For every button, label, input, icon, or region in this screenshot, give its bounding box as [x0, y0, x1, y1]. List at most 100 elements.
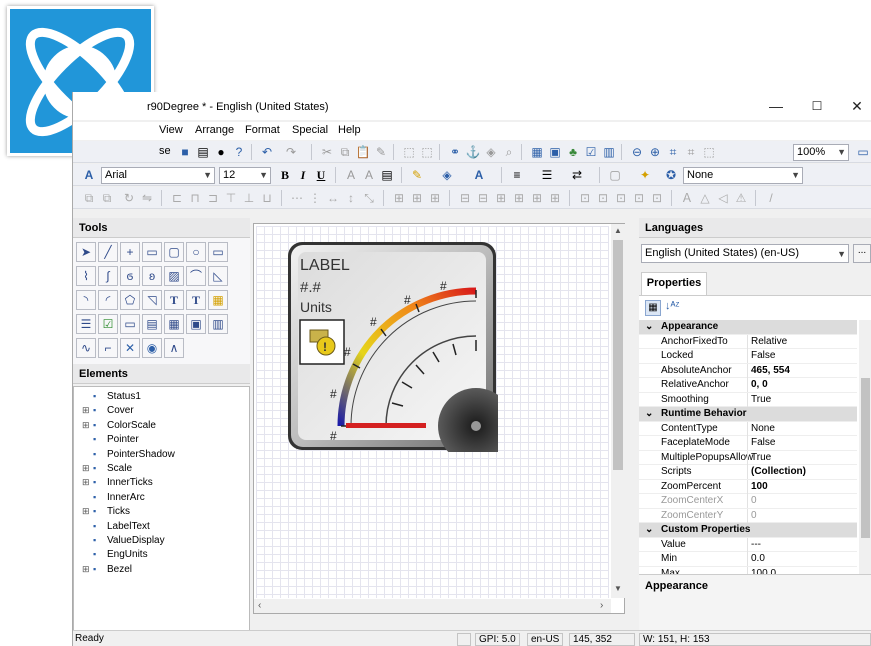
cut-icon[interactable]: ✂ — [319, 144, 335, 160]
distribute-h-icon[interactable]: ⋯ — [289, 190, 305, 206]
property-row[interactable]: ContentType None — [639, 421, 857, 436]
button-tool-icon[interactable]: ▭ — [208, 242, 228, 262]
tree-item[interactable]: ⊞ ▪ Bezel — [82, 564, 132, 578]
text-box-icon[interactable]: ▤ — [379, 167, 395, 183]
list-tool-icon[interactable]: ☰ — [76, 314, 96, 334]
property-value[interactable]: False — [751, 350, 775, 361]
pie-tool-icon[interactable]: ◝ — [76, 290, 96, 310]
shrink-font-icon[interactable]: A — [361, 167, 377, 183]
text-tool-icon[interactable]: T — [164, 290, 184, 310]
align-center-icon[interactable]: ⊓ — [187, 190, 203, 206]
chart-icon[interactable]: ▥ — [601, 144, 617, 160]
angle-tool-icon[interactable]: ◹ — [142, 290, 162, 310]
rounded-rect-tool-icon[interactable]: ▢ — [164, 242, 184, 262]
snap3-icon[interactable]: ⊡ — [613, 190, 629, 206]
text-align2-icon[interactable]: △ — [697, 190, 713, 206]
font-color-icon[interactable]: A — [471, 167, 487, 183]
property-row[interactable]: ZoomPercent 100 — [639, 479, 857, 494]
connector-tool-icon[interactable]: ⌐ — [98, 338, 118, 358]
pipe-tool-icon[interactable]: ∿ — [76, 338, 96, 358]
search-tag-icon[interactable]: ⌕ — [501, 144, 517, 160]
property-row[interactable]: Smoothing True — [639, 392, 857, 407]
closed-curve-tool-icon[interactable]: ʚ — [142, 266, 162, 286]
collapse-icon[interactable]: ⌄ — [645, 524, 653, 535]
font-style-icon[interactable]: A — [81, 167, 97, 183]
italic-button[interactable]: I — [295, 167, 311, 183]
group-icon[interactable]: ⬚ — [401, 144, 417, 160]
menu-format[interactable]: Format — [245, 124, 280, 136]
language-more-button[interactable]: ... — [853, 244, 871, 263]
tree-item[interactable]: ▪ Pointer — [82, 434, 139, 448]
sort-alphabetical-icon[interactable]: ↓ᴬᶻ — [665, 300, 679, 312]
tree-icon[interactable]: ♣ — [565, 144, 581, 160]
fill-color-icon[interactable]: ◈ — [439, 167, 455, 183]
undo-icon[interactable]: ↶ — [259, 144, 275, 160]
combo-tool-icon[interactable]: ▭ — [120, 314, 140, 334]
script-icon[interactable]: ▣ — [547, 144, 563, 160]
expand-icon[interactable]: ⊞ — [82, 506, 93, 517]
window-icon[interactable]: ▭ — [855, 144, 871, 160]
help-icon[interactable]: ? — [231, 144, 247, 160]
property-value[interactable]: False — [751, 437, 775, 448]
shadow-icon[interactable]: ▢ — [607, 167, 623, 183]
tree-item[interactable]: ▪ InnerArc — [82, 492, 145, 506]
underline-button[interactable]: U — [313, 167, 329, 183]
flip-icon[interactable]: ⇋ — [139, 190, 155, 206]
bold-button[interactable]: B — [277, 167, 293, 183]
expand-icon[interactable]: ⊞ — [82, 420, 93, 431]
property-row[interactable]: AbsoluteAnchor 465, 554 — [639, 363, 857, 378]
zoom-fit-icon[interactable]: ⌗ — [665, 144, 681, 160]
tree-item[interactable]: ▪ ValueDisplay — [82, 535, 165, 549]
copy-icon[interactable]: ⧉ — [337, 144, 353, 160]
properties-scrollbar[interactable] — [859, 320, 871, 582]
zoom-selection-icon[interactable]: ⌗ — [683, 144, 699, 160]
checkbox-icon[interactable]: ☑ — [583, 144, 599, 160]
property-value[interactable]: 0, 0 — [751, 379, 768, 390]
spacing3-icon[interactable]: ⊞ — [427, 190, 443, 206]
tree-item[interactable]: ▪ Status1 — [82, 391, 141, 405]
property-row[interactable]: AnchorFixedTo Relative — [639, 334, 857, 349]
menu-special[interactable]: Special — [292, 124, 328, 136]
line-width-icon[interactable]: ≡ — [509, 167, 525, 183]
property-row[interactable]: ZoomCenterX 0 — [639, 494, 857, 509]
line-color-icon[interactable]: ✎ — [409, 167, 425, 183]
design-canvas[interactable]: LABEL #.# Units # # # # # # ! ▲ ▼ ‹ › — [253, 223, 625, 614]
chord-tool-icon[interactable]: ◜ — [98, 290, 118, 310]
expand-icon[interactable]: ⊞ — [82, 564, 93, 575]
text-box-tool-icon[interactable]: T — [186, 290, 206, 310]
nudge2-icon[interactable]: ⊟ — [475, 190, 491, 206]
tag-icon[interactable]: ◈ — [483, 144, 499, 160]
font-family-select[interactable]: Arial ▼ — [101, 167, 215, 184]
close-button[interactable]: ✕ — [837, 96, 871, 116]
canvas-grid[interactable]: LABEL #.# Units # # # # # # ! — [256, 226, 609, 598]
zoom-out-icon[interactable]: ⊖ — [629, 144, 645, 160]
distribute-v-icon[interactable]: ⋮ — [307, 190, 323, 206]
ungroup-icon[interactable]: ⬚ — [419, 144, 435, 160]
nudge-icon[interactable]: ⊟ — [457, 190, 473, 206]
property-value[interactable]: True — [751, 452, 771, 463]
property-row[interactable]: MultiplePopupsAllow True — [639, 450, 857, 465]
expand-icon[interactable]: ⊞ — [82, 405, 93, 416]
property-value[interactable]: True — [751, 394, 771, 405]
cross-mark-tool-icon[interactable]: ✕ — [120, 338, 140, 358]
pointer-tool-icon[interactable]: ➤ — [76, 242, 96, 262]
cross-tool-icon[interactable]: + — [120, 242, 140, 262]
grid-icon[interactable]: ⊞ — [493, 190, 509, 206]
property-value[interactable]: None — [751, 423, 775, 434]
arc-tool-icon[interactable]: ⌒ — [186, 266, 206, 286]
language-select[interactable]: English (United States) (en-US) ▼ — [641, 244, 849, 263]
property-value[interactable]: 100 — [751, 481, 768, 492]
tree-item[interactable]: ⊞ ▪ Cover — [82, 405, 134, 419]
ellipse-tool-icon[interactable]: ○ — [186, 242, 206, 262]
line-style-icon[interactable]: ☰ — [539, 167, 555, 183]
align-bottom-icon[interactable]: ⊔ — [259, 190, 275, 206]
property-category[interactable]: ⌄ Custom Properties — [639, 523, 857, 538]
status-tool-icon[interactable]: ▦ — [208, 290, 228, 310]
link-icon[interactable]: ⚭ — [447, 144, 463, 160]
redo-icon[interactable]: ↷ — [283, 144, 299, 160]
property-row[interactable]: FaceplateMode False — [639, 436, 857, 451]
polygon-tool-icon[interactable]: ◺ — [208, 266, 228, 286]
grow-font-icon[interactable]: A — [343, 167, 359, 183]
tab-properties[interactable]: Properties — [641, 272, 707, 295]
text-align-icon[interactable]: Ａ — [679, 190, 695, 206]
